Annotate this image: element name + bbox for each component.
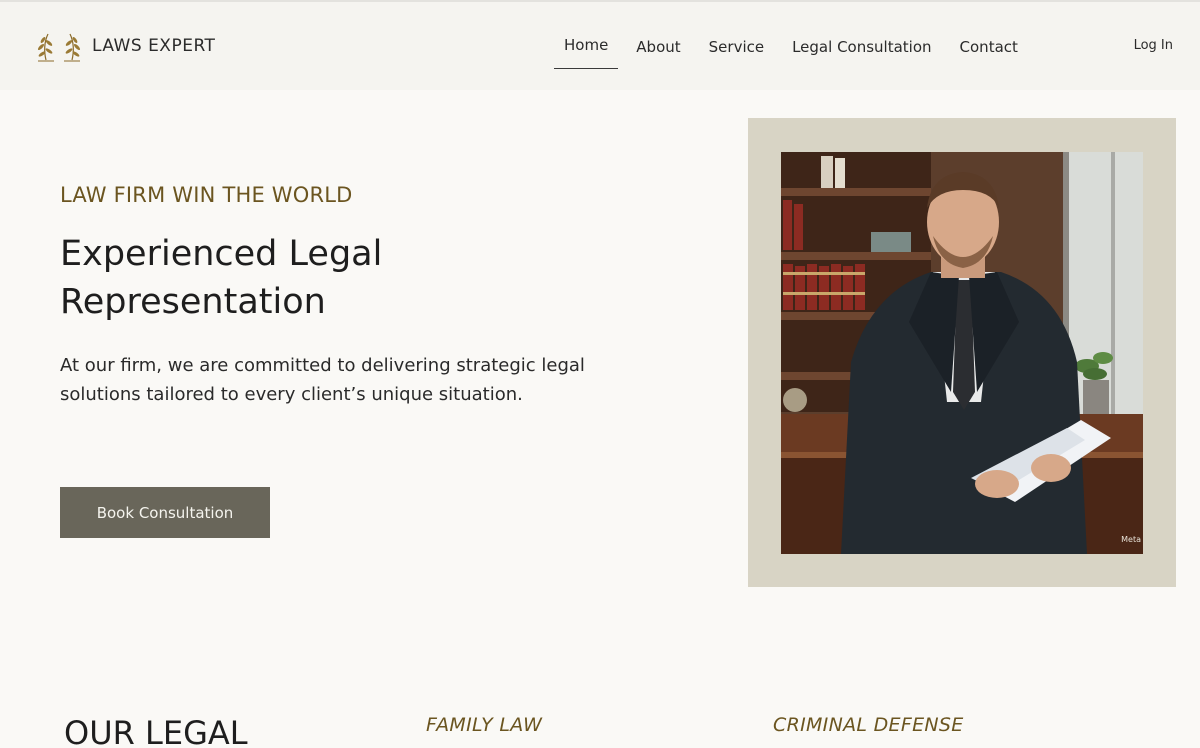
lead-line-2: solutions tailored to every client’s uni… xyxy=(60,384,523,405)
nav-service[interactable]: Service xyxy=(709,26,764,70)
lawyer-illustration xyxy=(781,152,1143,554)
headline-line-2: Representation xyxy=(60,282,326,322)
nav-legal-consultation[interactable]: Legal Consultation xyxy=(792,26,931,70)
book-consultation-button[interactable]: Book Consultation xyxy=(60,487,270,538)
login-link[interactable]: Log In xyxy=(1134,38,1173,53)
hero-photo-frame: Meta xyxy=(748,118,1176,587)
headline-line-1: Experienced Legal xyxy=(60,234,383,274)
site-header: LAWS EXPERT Home About Service Legal Con… xyxy=(0,0,1200,90)
photo-watermark: Meta xyxy=(1121,535,1141,544)
nav-home[interactable]: Home xyxy=(554,24,619,69)
hero-headline: Experienced Legal Representation xyxy=(60,230,580,326)
main-nav: Home About Service Legal Consultation Co… xyxy=(554,26,1018,71)
page: LAWS EXPERT Home About Service Legal Con… xyxy=(0,0,1200,748)
brand-name: LAWS EXPERT xyxy=(92,36,216,56)
laurel-icon xyxy=(37,33,81,62)
area-family-law[interactable]: FAMILY LAW xyxy=(426,714,542,736)
nav-contact[interactable]: Contact xyxy=(960,26,1018,70)
brand-logo[interactable]: LAWS EXPERT xyxy=(36,30,215,62)
hero-lead: At our firm, we are committed to deliver… xyxy=(60,351,620,409)
practice-section-title: OUR LEGAL xyxy=(64,714,248,748)
nav-about[interactable]: About xyxy=(636,26,680,70)
area-criminal-defense[interactable]: CRIMINAL DEFENSE xyxy=(773,714,964,736)
lawyer-photo: Meta xyxy=(781,152,1143,554)
lead-line-1: At our firm, we are committed to deliver… xyxy=(60,355,585,376)
hero-eyebrow: LAW FIRM WIN THE WORLD xyxy=(60,183,353,207)
